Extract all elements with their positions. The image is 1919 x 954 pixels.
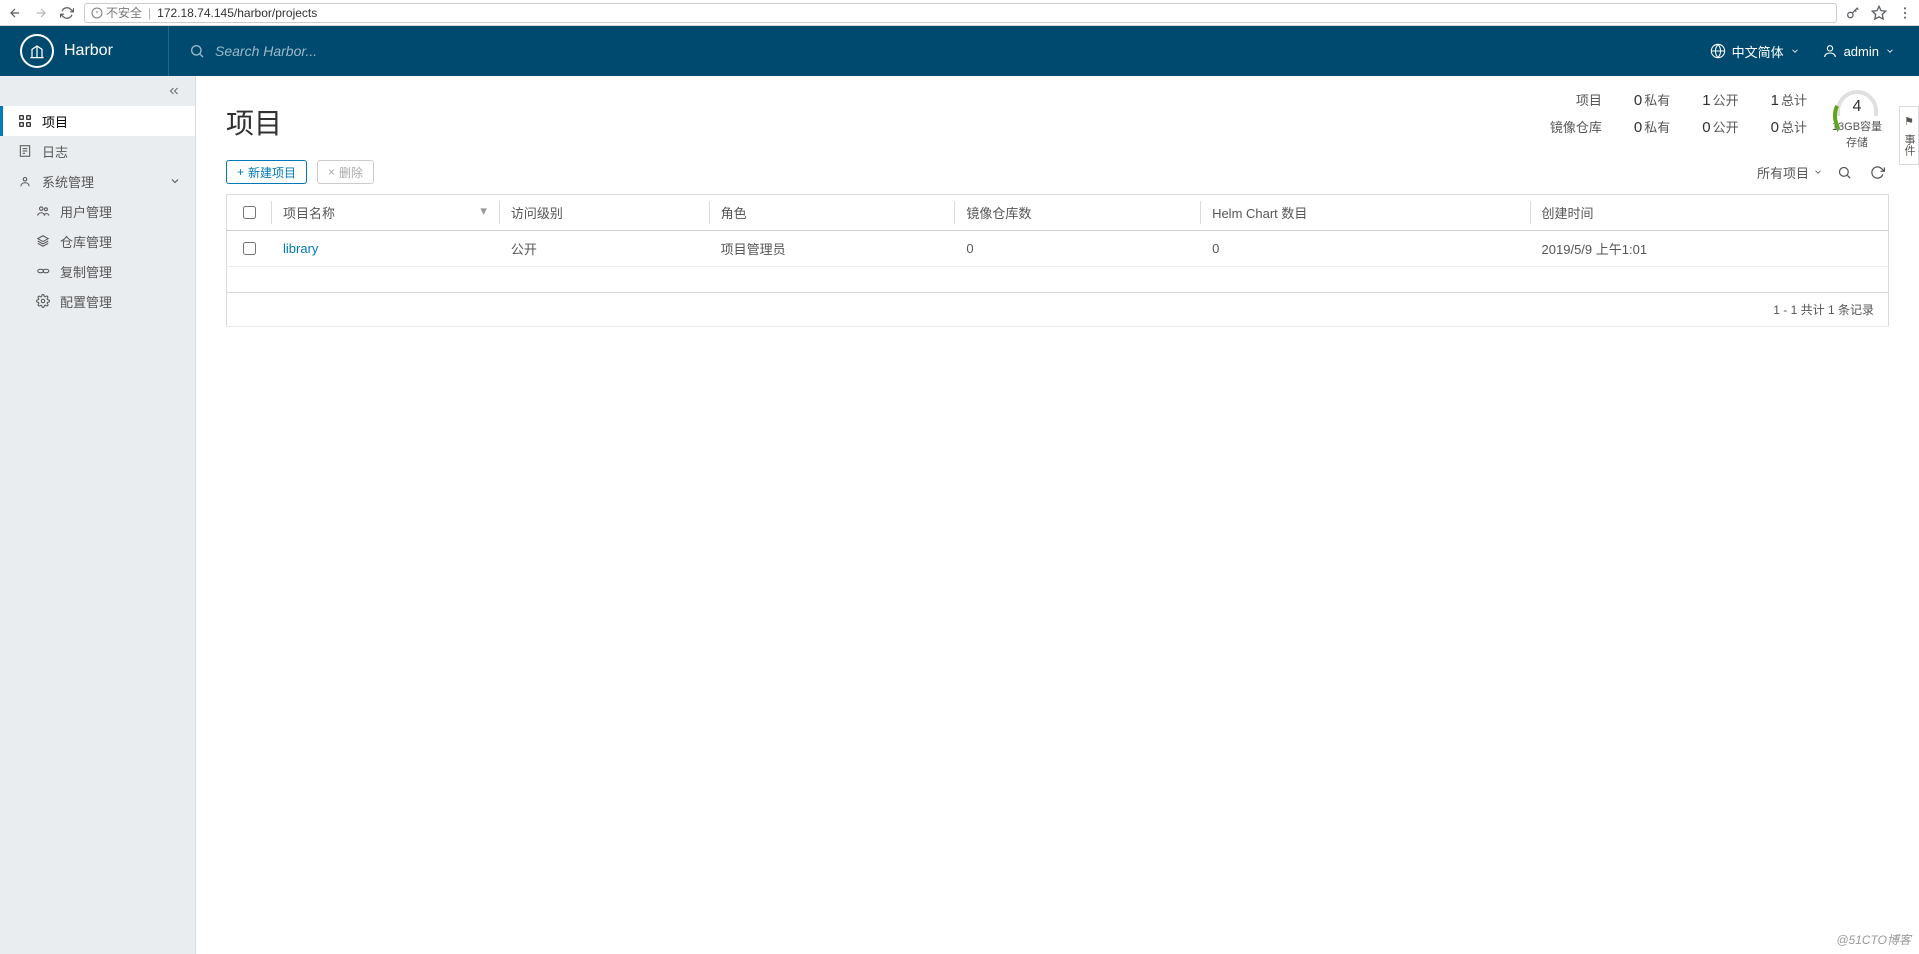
app-name: Harbor <box>64 42 113 60</box>
col-created[interactable]: 创建时间 <box>1530 195 1889 231</box>
close-icon: × <box>328 165 335 179</box>
flag-icon: ⚑ <box>1903 115 1916 128</box>
filter-icon: ▾ <box>480 203 487 219</box>
chevron-down-icon <box>1813 167 1823 177</box>
cell-chart: 0 <box>1200 231 1529 267</box>
sidebar-item-projects[interactable]: 项目 <box>0 106 195 136</box>
cell-role: 项目管理员 <box>709 231 955 267</box>
delete-button[interactable]: × 删除 <box>317 160 374 184</box>
chevron-down-icon <box>169 175 181 187</box>
search-icon <box>189 43 205 59</box>
table-row[interactable]: library 公开 项目管理员 0 0 2019/5/9 上午1:01 <box>227 231 1889 267</box>
search-input[interactable] <box>213 42 513 60</box>
project-link[interactable]: library <box>283 241 318 256</box>
gear-icon <box>36 294 50 308</box>
cell-access: 公开 <box>499 231 709 267</box>
users-icon <box>36 204 50 218</box>
sidebar-item-repositories[interactable]: 仓库管理 <box>0 226 195 256</box>
sidebar-item-label: 复制管理 <box>60 262 112 281</box>
sidebar-item-label: 配置管理 <box>60 292 112 311</box>
star-icon[interactable] <box>1871 5 1887 21</box>
button-label: 新建项目 <box>248 164 296 181</box>
sidebar-item-admin[interactable]: 系统管理 <box>0 166 195 196</box>
logs-icon <box>18 144 32 158</box>
sidebar: 项目 日志 系统管理 用户管理 仓库管理 复制管理 配置管理 <box>0 76 196 954</box>
url-text: 172.18.74.145/harbor/projects <box>157 6 317 20</box>
browser-chrome: 不安全 | 172.18.74.145/harbor/projects <box>0 0 1919 26</box>
cell-created: 2019/5/9 上午1:01 <box>1530 231 1889 267</box>
menu-icon[interactable] <box>1897 5 1913 21</box>
sidebar-item-config[interactable]: 配置管理 <box>0 286 195 316</box>
event-tab-label: 事件 <box>1901 134 1917 156</box>
user-label: admin <box>1844 44 1879 59</box>
projects-icon <box>18 114 32 128</box>
harbor-logo-icon <box>20 34 54 68</box>
user-menu[interactable]: admin <box>1822 43 1895 59</box>
button-label: 删除 <box>339 164 363 181</box>
sidebar-item-label: 日志 <box>42 142 68 161</box>
search-icon[interactable] <box>1833 161 1856 184</box>
key-icon[interactable] <box>1845 5 1861 21</box>
user-icon <box>1822 43 1838 59</box>
refresh-icon[interactable] <box>1866 161 1889 184</box>
forward-button[interactable] <box>32 4 50 22</box>
back-button[interactable] <box>6 4 24 22</box>
plus-icon: + <box>237 165 244 179</box>
address-bar[interactable]: 不安全 | 172.18.74.145/harbor/projects <box>84 3 1837 23</box>
insecure-icon: 不安全 <box>91 4 142 21</box>
page-title: 项目 <box>226 102 282 142</box>
toolbar: + 新建项目 × 删除 所有项目 <box>226 160 1889 184</box>
new-project-button[interactable]: + 新建项目 <box>226 160 307 184</box>
stat-label: 项目 <box>1550 90 1602 109</box>
app-header: Harbor 中文简体 admin <box>0 26 1919 76</box>
sidebar-item-label: 仓库管理 <box>60 232 112 251</box>
storage-widget: 4 13GB容量 存储 <box>1825 90 1889 150</box>
sidebar-collapse-button[interactable] <box>0 76 195 106</box>
col-chart-count[interactable]: Helm Chart 数目 <box>1200 195 1529 231</box>
col-role[interactable]: 角色 <box>709 195 955 231</box>
pagination-text: 1 - 1 共计 1 条记录 <box>227 293 1889 327</box>
language-switcher[interactable]: 中文简体 <box>1710 42 1800 61</box>
col-name[interactable]: 项目名称▾ <box>271 195 499 231</box>
language-label: 中文简体 <box>1732 42 1784 61</box>
gauge-icon: 4 <box>1836 90 1878 116</box>
repo-icon <box>36 234 50 248</box>
sidebar-item-logs[interactable]: 日志 <box>0 136 195 166</box>
global-search[interactable] <box>168 26 1710 76</box>
brand[interactable]: Harbor <box>0 34 168 68</box>
col-access[interactable]: 访问级别 <box>499 195 709 231</box>
summary-stats: 项目 0私有 1公开 1总计 镜像仓库 0私有 0公开 0总计 <box>1550 90 1807 136</box>
chevron-down-icon <box>1885 46 1895 56</box>
replication-icon <box>36 264 50 278</box>
event-side-tab[interactable]: ⚑ 事件 <box>1899 106 1919 165</box>
cell-repo: 0 <box>954 231 1200 267</box>
reload-button[interactable] <box>58 4 76 22</box>
admin-icon <box>18 174 32 188</box>
sidebar-item-replication[interactable]: 复制管理 <box>0 256 195 286</box>
filter-label: 所有项目 <box>1757 163 1809 182</box>
projects-table: 项目名称▾ 访问级别 角色 镜像仓库数 Helm Chart 数目 创建时间 l… <box>226 194 1889 327</box>
sidebar-item-label: 用户管理 <box>60 202 112 221</box>
stat-label: 镜像仓库 <box>1550 117 1602 136</box>
project-filter-dropdown[interactable]: 所有项目 <box>1757 163 1823 182</box>
col-repo-count[interactable]: 镜像仓库数 <box>954 195 1200 231</box>
sidebar-item-label: 项目 <box>42 112 68 131</box>
select-all-checkbox[interactable] <box>243 206 256 219</box>
main-content: 项目 项目 0私有 1公开 1总计 镜像仓库 0私有 0公开 0总计 4 13G… <box>196 76 1919 954</box>
row-checkbox[interactable] <box>243 242 256 255</box>
globe-icon <box>1710 43 1726 59</box>
insecure-label: 不安全 <box>106 4 142 21</box>
chevron-down-icon <box>1790 46 1800 56</box>
sidebar-item-users[interactable]: 用户管理 <box>0 196 195 226</box>
watermark: @51CTO博客 <box>1836 931 1911 948</box>
sidebar-item-label: 系统管理 <box>42 172 94 191</box>
